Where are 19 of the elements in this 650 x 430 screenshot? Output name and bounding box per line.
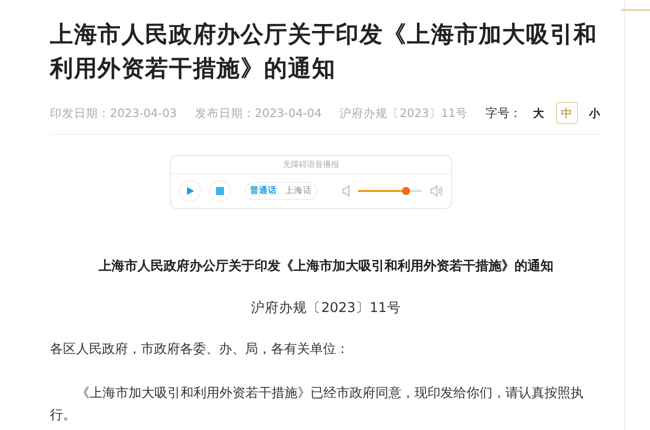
salutation: 各区人民政府，市政府各委、办、局，各有关单位： <box>50 341 350 359</box>
player-header: 无障碍语音播报 <box>171 156 451 174</box>
meta-text: 印发日期：2023-04-03 <box>50 106 177 120</box>
document-number: 沪府办规〔2023〕11号 <box>250 299 402 317</box>
stop-icon <box>216 187 224 195</box>
font-size-button[interactable]: 中 <box>556 102 578 124</box>
article-title: 上海市人民政府办公厅关于印发《上海市加大吸引和利用外资若干措施》的通知 <box>50 21 598 84</box>
language-tab[interactable]: 上海话 <box>281 183 316 199</box>
volume-high-icon <box>430 185 443 197</box>
meta-text: 发布日期：2023-04-04 <box>194 106 322 120</box>
document-heading: 上海市人民政府办公厅关于印发《上海市加大吸引和利用外资若干措施》的通知 <box>98 258 554 275</box>
language-tab[interactable]: 普通话 <box>246 183 281 199</box>
meta-text: 沪府办规〔2023〕11号 <box>340 106 468 120</box>
body-paragraph: 《上海市加大吸引和利用外资若干措施》已经市政府同意，现印发给你们，请认真按照执行。 <box>50 385 584 425</box>
play-button[interactable] <box>179 180 201 202</box>
stop-button[interactable] <box>209 180 231 202</box>
play-icon <box>185 186 195 196</box>
volume-low-icon <box>342 185 350 197</box>
font-size-label: 字号： <box>486 104 522 122</box>
